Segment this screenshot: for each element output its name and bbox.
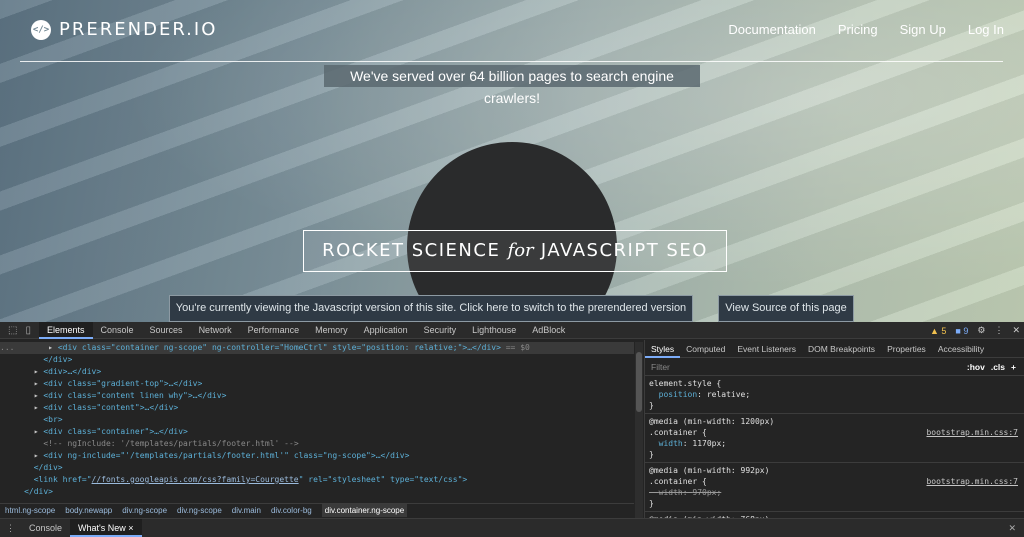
dom-node[interactable]: <link href="//fonts.googleapis.com/css?f… — [0, 474, 634, 486]
tab-memory[interactable]: Memory — [307, 322, 356, 339]
nav-pricing[interactable]: Pricing — [838, 22, 878, 37]
code-icon: </> — [31, 19, 51, 40]
more-options-icon[interactable]: ⋮ — [994, 325, 1003, 336]
styles-tabs: Styles Computed Event Listeners DOM Brea… — [645, 340, 1024, 358]
nav-documentation[interactable]: Documentation — [728, 22, 815, 37]
cls-toggle[interactable]: .cls — [991, 358, 1005, 376]
tab-event-listeners[interactable]: Event Listeners — [731, 340, 802, 358]
tab-adblock[interactable]: AdBlock — [524, 322, 573, 339]
tab-dom-breakpoints[interactable]: DOM Breakpoints — [802, 340, 881, 358]
drawer-tab-console[interactable]: Console — [21, 519, 70, 537]
styles-pane: Styles Computed Event Listeners DOM Brea… — [644, 340, 1024, 524]
devtools-tabbar: ⬚ ▯ Elements Console Sources Network Per… — [0, 321, 1024, 339]
dom-node[interactable]: </div> — [0, 354, 634, 366]
close-tab-icon[interactable]: × — [128, 523, 133, 533]
website-hero: </> PRERENDER.IO Documentation Pricing S… — [0, 0, 1024, 322]
served-banner: We've served over 64 billion pages to se… — [324, 65, 700, 106]
new-rule-icon[interactable]: + — [1011, 358, 1016, 376]
nav-log-in[interactable]: Log In — [968, 22, 1004, 37]
tab-elements[interactable]: Elements — [38, 321, 93, 339]
drawer-tab-whats-new[interactable]: What's New × — [70, 519, 142, 537]
style-rule-media-992[interactable]: @media (min-width: 992px) .container { b… — [645, 463, 1024, 512]
tagline-for: for — [507, 240, 534, 261]
tab-security[interactable]: Security — [416, 322, 465, 339]
nav-sign-up[interactable]: Sign Up — [900, 22, 946, 37]
tab-performance[interactable]: Performance — [240, 322, 308, 339]
settings-gear-icon[interactable]: ⚙ — [977, 325, 985, 336]
dom-node[interactable]: ▸ <div class="gradient-top">…</div> — [0, 378, 634, 390]
devtools-panel: ⬚ ▯ Elements Console Sources Network Per… — [0, 321, 1024, 537]
breadcrumb-item[interactable]: body.newapp — [65, 504, 112, 517]
dom-node[interactable]: ▸ <div class="content">…</div> — [0, 402, 634, 414]
elements-tree: ... ▸ <div class="container ng-scope" ng… — [0, 340, 634, 522]
view-source-button[interactable]: View Source of this page — [718, 295, 854, 322]
dom-node-selected[interactable]: ... ▸ <div class="container ng-scope" ng… — [0, 342, 634, 354]
elements-scrollbar[interactable] — [635, 342, 643, 518]
tab-computed[interactable]: Computed — [680, 340, 731, 358]
inspect-element-icon[interactable]: ⬚ — [8, 325, 17, 336]
breadcrumb-item[interactable]: div.main — [232, 504, 261, 517]
device-toolbar-icon[interactable]: ▯ — [25, 325, 31, 336]
dom-node[interactable]: <br> — [0, 414, 634, 426]
close-devtools-icon[interactable]: ✕ — [1012, 325, 1020, 336]
tab-styles[interactable]: Styles — [645, 340, 681, 358]
breadcrumb-item[interactable]: div.color-bg — [271, 504, 312, 517]
switch-version-button[interactable]: You're currently viewing the Javascript … — [169, 295, 693, 322]
tab-application[interactable]: Application — [356, 322, 416, 339]
style-rule-element[interactable]: element.style { position: relative; } — [645, 376, 1024, 414]
tab-sources[interactable]: Sources — [142, 322, 191, 339]
tab-network[interactable]: Network — [191, 322, 240, 339]
close-drawer-icon[interactable]: ✕ — [1008, 523, 1016, 534]
dom-node[interactable]: ▸ <div>…</div> — [0, 366, 634, 378]
dom-comment[interactable]: <!-- ngInclude: '/templates/partials/foo… — [0, 438, 634, 450]
top-nav: Documentation Pricing Sign Up Log In — [728, 22, 1004, 37]
dom-node[interactable]: ▸ <div ng-include="'/templates/partials/… — [0, 450, 634, 462]
logo-text: PRERENDER.IO — [59, 19, 218, 40]
devtools-drawer: ⋮ Console What's New × ✕ — [0, 518, 1024, 537]
tab-properties[interactable]: Properties — [881, 340, 932, 358]
source-link[interactable]: bootstrap.min.css:7 — [926, 476, 1018, 487]
drawer-menu-icon[interactable]: ⋮ — [0, 523, 21, 534]
breadcrumb-item[interactable]: div.ng-scope — [177, 504, 222, 517]
site-logo[interactable]: </> PRERENDER.IO — [31, 19, 217, 40]
message-counter[interactable]: ■ 9 — [955, 326, 968, 336]
font-link[interactable]: //fonts.googleapis.com/css?family=Courge… — [92, 475, 299, 484]
tab-lighthouse[interactable]: Lighthouse — [464, 322, 524, 339]
styles-filter-input[interactable]: Filter :hov .cls + — [645, 358, 1024, 376]
header-divider — [20, 61, 1003, 62]
style-rule-media-1200[interactable]: @media (min-width: 1200px) .container { … — [645, 414, 1024, 463]
breadcrumb-item[interactable]: div.ng-scope — [122, 504, 167, 517]
breadcrumb-item[interactable]: html.ng-scope — [5, 504, 55, 517]
breadcrumb: html.ng-scope body.newapp div.ng-scope d… — [0, 503, 634, 517]
hero-tagline: ROCKET SCIENCE for JAVASCRIPT SEO — [303, 230, 727, 272]
warning-counter[interactable]: ▲ 5 — [930, 326, 946, 336]
dom-node[interactable]: ▸ <div class="container">…</div> — [0, 426, 634, 438]
dom-node[interactable]: ▸ <div class="content linen why">…</div> — [0, 390, 634, 402]
tab-console[interactable]: Console — [93, 322, 142, 339]
hov-toggle[interactable]: :hov — [967, 358, 985, 376]
tab-accessibility[interactable]: Accessibility — [932, 340, 990, 358]
dom-node[interactable]: </div> — [0, 486, 634, 498]
breadcrumb-item-active[interactable]: div.container.ng-scope — [321, 504, 408, 517]
source-link[interactable]: bootstrap.min.css:7 — [926, 427, 1018, 438]
dom-node[interactable]: </div> — [0, 462, 634, 474]
